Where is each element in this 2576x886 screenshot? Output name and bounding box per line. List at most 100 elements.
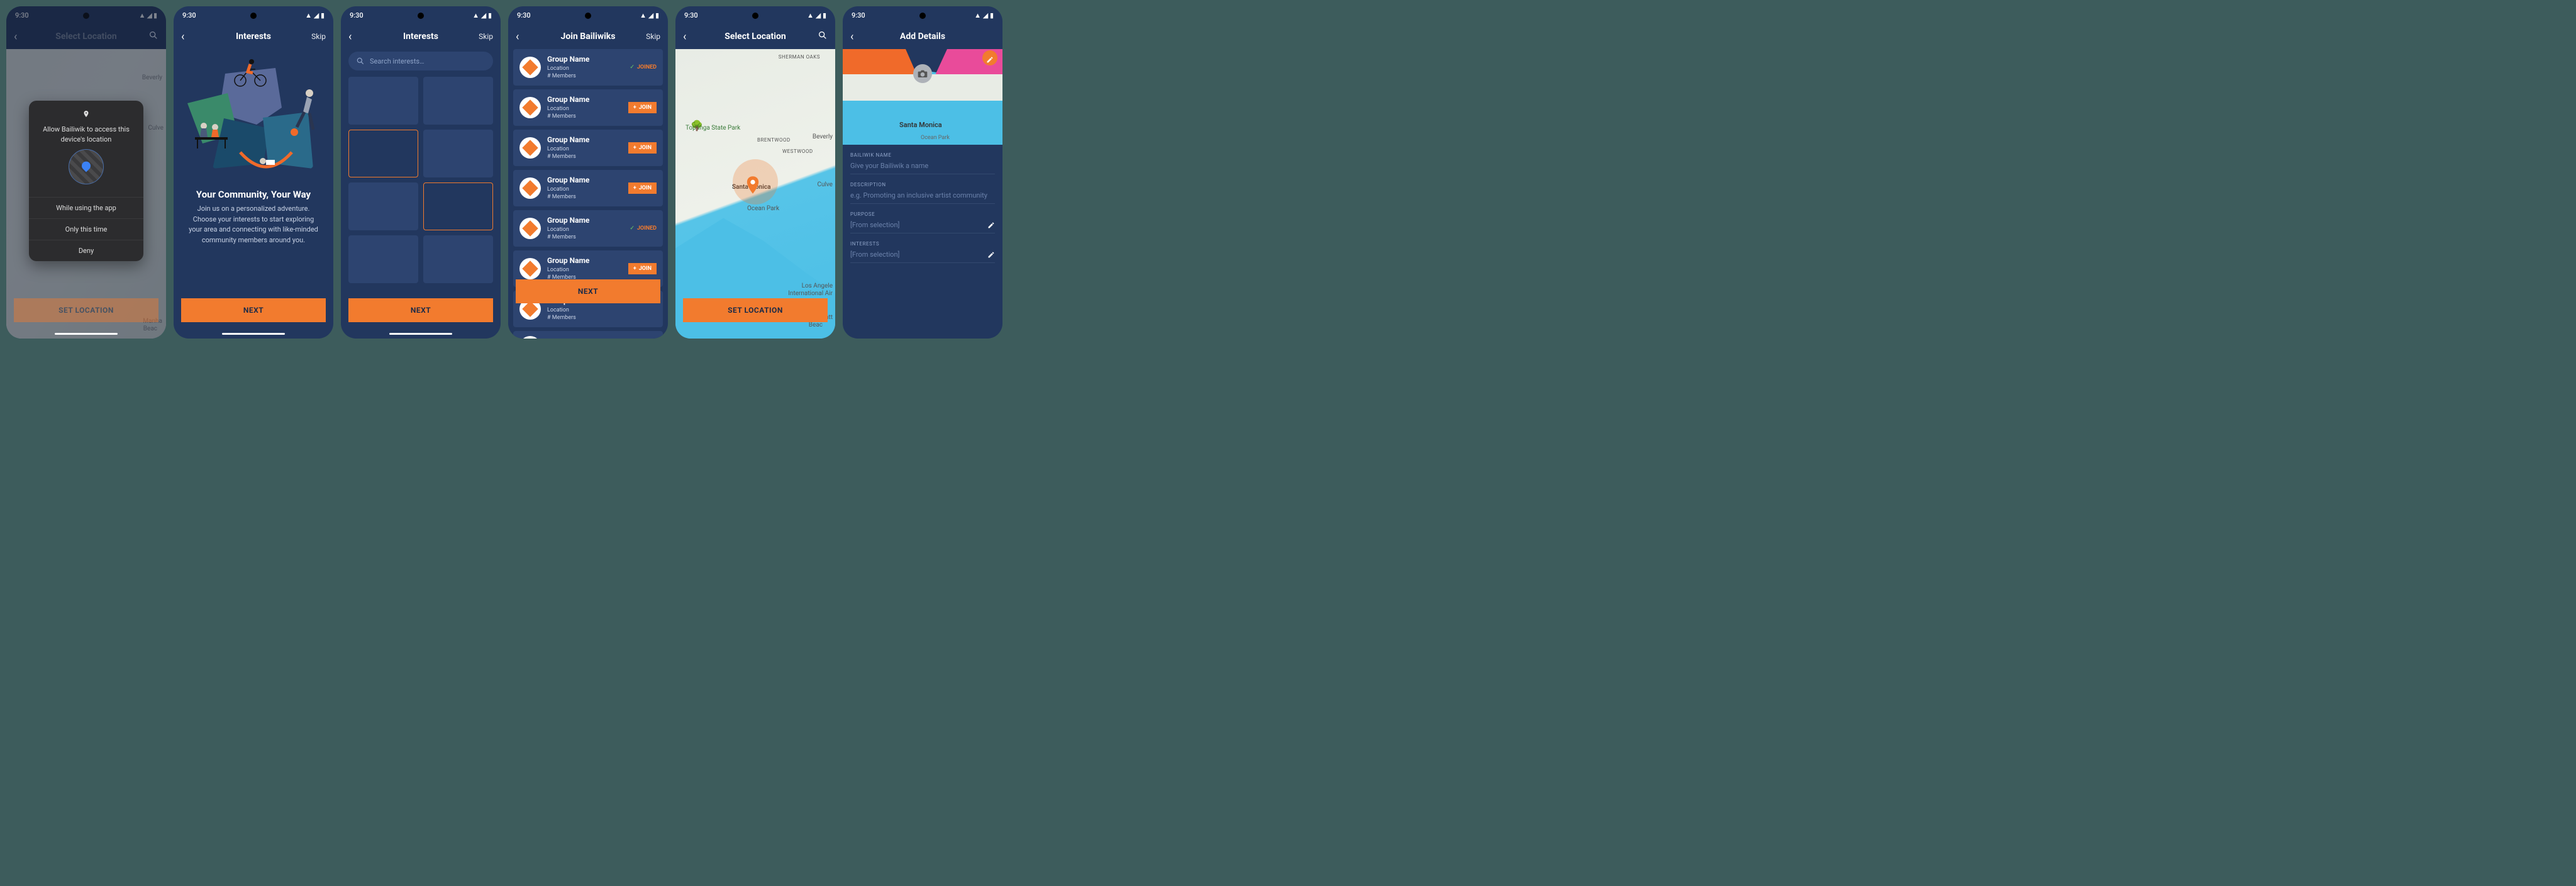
next-button[interactable]: NEXT — [516, 279, 660, 303]
interest-tile[interactable] — [423, 235, 493, 283]
heart-icon — [522, 180, 538, 196]
status-bar: 9:30 ▲ ◢ ▮ — [341, 6, 501, 24]
camera-button[interactable] — [913, 64, 932, 83]
page-title: Select Location — [675, 31, 835, 42]
home-indicator[interactable] — [55, 333, 118, 335]
page-title: Add Details — [843, 31, 1002, 42]
status-icons: ▲ ◢ ▮ — [305, 11, 325, 20]
join-button[interactable]: +JOIN — [628, 102, 657, 113]
group-location: Location — [547, 306, 589, 315]
group-row[interactable]: Group Name Location # Members ✓JOINED — [513, 210, 663, 247]
interest-tile[interactable] — [423, 130, 493, 177]
screen-join-bailiwiks: 9:30 ▲ ◢ ▮ ‹ Join Bailiwiks Skip Group N… — [508, 6, 668, 339]
joined-badge: ✓JOINED — [630, 225, 657, 232]
interest-tile-selected[interactable] — [348, 130, 418, 177]
back-icon[interactable]: ‹ — [516, 30, 519, 43]
option-only-this-time[interactable]: Only this time — [29, 218, 143, 240]
search-icon[interactable] — [148, 30, 158, 43]
home-indicator[interactable] — [389, 333, 452, 335]
search-input[interactable]: Search interests… — [348, 52, 493, 70]
purpose-field[interactable]: [From selection] — [850, 217, 995, 233]
group-location: Location — [547, 65, 589, 73]
status-bar: 9:30 ▲ ◢ ▮ — [843, 6, 1002, 24]
group-name: Group Name — [547, 54, 589, 65]
edit-map-button[interactable] — [982, 50, 997, 65]
search-icon[interactable] — [818, 30, 828, 43]
skip-button[interactable]: Skip — [646, 32, 660, 41]
group-row[interactable]: Group Name Location +JOIN — [513, 331, 663, 339]
set-location-button[interactable]: SET LOCATION — [683, 298, 828, 322]
group-name: Group Name — [547, 94, 589, 105]
interest-tile[interactable] — [423, 77, 493, 125]
camera-notch — [250, 13, 257, 19]
join-button[interactable]: +JOIN — [628, 263, 657, 274]
group-row[interactable]: Group Name Location # Members +JOIN — [513, 130, 663, 166]
back-icon[interactable]: ‹ — [850, 30, 853, 43]
option-while-using[interactable]: While using the app — [29, 197, 143, 218]
interests-field[interactable]: [From selection] — [850, 247, 995, 263]
name-field[interactable]: Give your Bailiwik a name — [850, 158, 995, 174]
cyclist-icon — [231, 55, 269, 87]
group-avatar — [519, 177, 541, 199]
clock: 9:30 — [517, 11, 531, 20]
next-button[interactable]: NEXT — [348, 298, 493, 322]
interest-tile[interactable] — [348, 235, 418, 283]
plus-icon: + — [633, 185, 636, 191]
join-button[interactable]: +JOIN — [628, 142, 657, 154]
field-label-description: DESCRIPTION — [850, 182, 995, 188]
group-row[interactable]: Group Name Location # Members +JOIN — [513, 89, 663, 126]
park-icon: 🌳 — [691, 120, 697, 126]
map[interactable]: SHERMAN OAKS Topanga State Park BRENTWOO… — [675, 49, 835, 339]
home-indicator[interactable] — [222, 333, 285, 335]
cta-label: SET LOCATION — [728, 306, 783, 315]
back-icon[interactable]: ‹ — [14, 30, 17, 43]
screen-add-details: 9:30 ▲ ◢ ▮ ‹ Add Details Santa Monica Oc… — [843, 6, 1002, 339]
back-icon[interactable]: ‹ — [348, 30, 352, 43]
group-location: Location — [547, 226, 589, 234]
group-meta: Group Name Location # Members — [547, 215, 589, 242]
status-bar: 9:30 ▲ ◢ ▮ — [675, 6, 835, 24]
group-name: Group Name — [547, 337, 589, 339]
skip-button[interactable]: Skip — [311, 32, 326, 41]
heading: Your Community, Your Way — [184, 189, 323, 200]
map-label: WESTWOOD — [782, 149, 813, 154]
group-row[interactable]: Group Name Location # Members ✓JOINED — [513, 49, 663, 86]
location-pin-icon[interactable] — [746, 176, 760, 190]
interest-tile[interactable] — [348, 182, 418, 230]
group-avatar — [519, 336, 541, 339]
back-icon[interactable]: ‹ — [181, 30, 184, 43]
screen-interests-grid: 9:30 ▲ ◢ ▮ ‹ Interests Skip Search inter… — [341, 6, 501, 339]
camera-notch — [752, 13, 758, 19]
group-location: Location — [547, 145, 589, 154]
skip-button[interactable]: Skip — [479, 32, 493, 41]
dialog-text-2: device's location — [61, 135, 112, 143]
group-row[interactable]: Group Name Location # Members +JOIN — [513, 170, 663, 206]
page-title: Interests — [174, 31, 333, 42]
page-title: Interests — [341, 31, 501, 42]
next-button[interactable]: NEXT — [181, 298, 326, 322]
map-label: Beac — [809, 322, 823, 328]
dialog-text-1: Allow Bailiwik to access this — [43, 125, 130, 133]
location-preview-icon — [69, 149, 104, 184]
interest-tile-selected[interactable] — [423, 182, 493, 230]
group-meta: Group Name Location — [547, 337, 589, 339]
group-meta: Group Name Location # Members — [547, 175, 589, 201]
description-field[interactable]: e.g. Promoting an inclusive artist commu… — [850, 188, 995, 204]
group-location: Location — [547, 105, 589, 113]
camera-notch — [418, 13, 424, 19]
hero-illustration — [181, 49, 326, 181]
group-meta: Group Name Location # Members — [547, 135, 589, 161]
plus-icon: + — [633, 266, 636, 272]
heart-icon — [522, 261, 538, 276]
option-deny[interactable]: Deny — [29, 240, 143, 261]
screen-interests-intro: 9:30 ▲ ◢ ▮ ‹ Interests Skip Your Communi… — [174, 6, 333, 339]
status-icons: ▲ ◢ ▮ — [974, 11, 994, 20]
interests-grid — [348, 77, 493, 283]
group-members: # Members — [547, 314, 589, 322]
join-button[interactable]: +JOIN — [628, 182, 657, 194]
app-bar: ‹ Add Details — [843, 24, 1002, 49]
interest-tile[interactable] — [348, 77, 418, 125]
back-icon[interactable]: ‹ — [683, 30, 686, 43]
map-label: Santa Monica — [899, 121, 942, 129]
status-icons: ▲ ◢ ▮ — [640, 11, 659, 20]
